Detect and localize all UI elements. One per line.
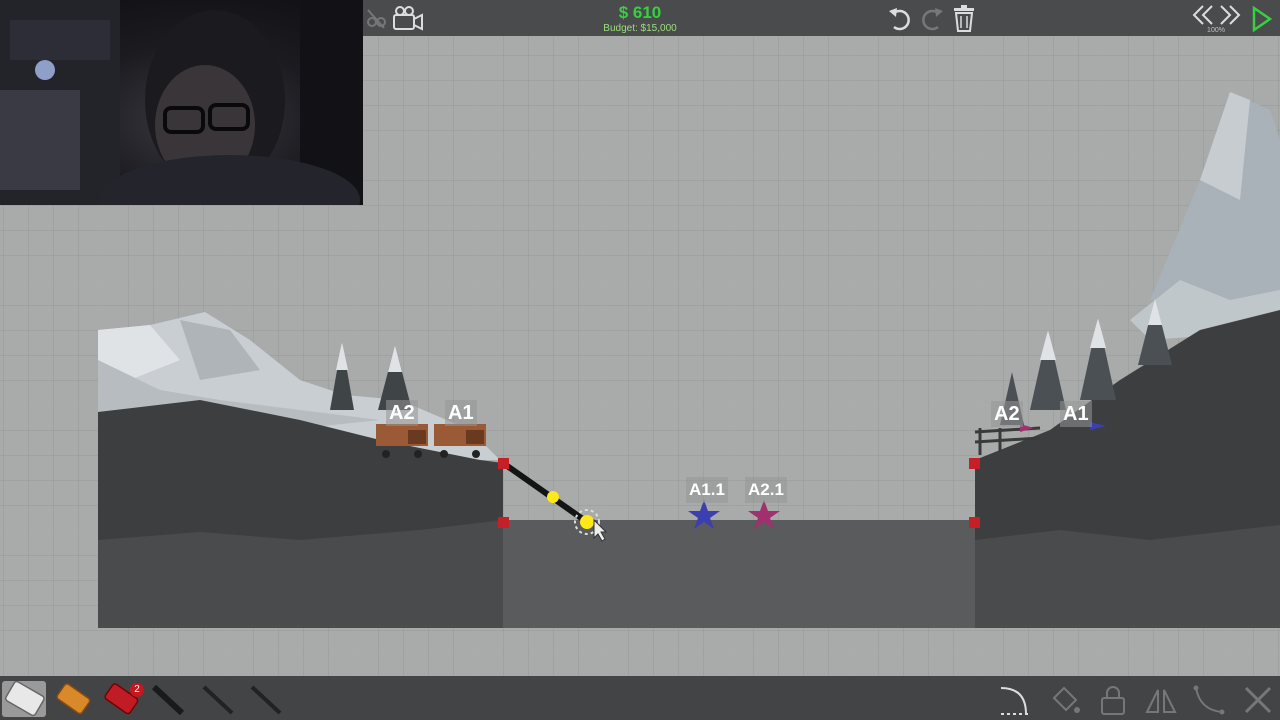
webcam-overlay (0, 0, 363, 205)
delete-mode-icon[interactable] (1242, 684, 1274, 716)
cable-material-icon[interactable] (248, 683, 284, 717)
joint-end (580, 515, 594, 529)
checkpoint-label: A1 (445, 400, 477, 426)
trash-icon[interactable] (951, 4, 977, 32)
checkpoint-label: A1.1 (686, 477, 728, 503)
hide-vehicles-icon[interactable] (364, 6, 388, 30)
redo-icon[interactable] (918, 5, 946, 31)
wood-material-icon[interactable] (52, 683, 92, 717)
steel-material-icon[interactable] (150, 683, 186, 717)
fast-forward-icon[interactable] (1217, 4, 1243, 26)
joint-midpoint (547, 491, 559, 503)
undo-icon[interactable] (886, 5, 914, 31)
curve-tool-icon[interactable] (998, 684, 1032, 716)
bottom-toolbar (0, 676, 1280, 720)
anchor-node[interactable] (969, 517, 980, 528)
anchor-node[interactable] (498, 458, 509, 469)
budget-display: Budget: $15,000 (603, 23, 677, 34)
mirror-icon[interactable] (1144, 684, 1178, 716)
paint-bucket-icon[interactable] (1048, 684, 1082, 716)
road-material-icon[interactable] (2, 681, 46, 717)
checkpoint-label: A2 (386, 400, 418, 426)
material-count-badge: 2 (130, 683, 144, 697)
checkpoint-label: A1 (1060, 401, 1092, 427)
sim-speed-label: 100% (1207, 27, 1225, 34)
cost-display: $ 610 (618, 3, 662, 22)
road-beam (501, 460, 589, 525)
checkpoint-label: A2.1 (745, 477, 787, 503)
right-mountain (1150, 92, 1280, 320)
valley-ground (503, 520, 975, 628)
camera-icon[interactable] (392, 5, 424, 31)
lock-icon[interactable] (1098, 684, 1128, 716)
anchor-node[interactable] (969, 458, 980, 469)
rope-material-icon[interactable] (200, 683, 236, 717)
spline-icon[interactable] (1192, 684, 1226, 716)
rewind-icon[interactable] (1190, 4, 1216, 26)
anchor-node[interactable] (498, 517, 509, 528)
checkpoint-label: A2 (991, 401, 1023, 427)
play-icon[interactable] (1250, 6, 1274, 32)
